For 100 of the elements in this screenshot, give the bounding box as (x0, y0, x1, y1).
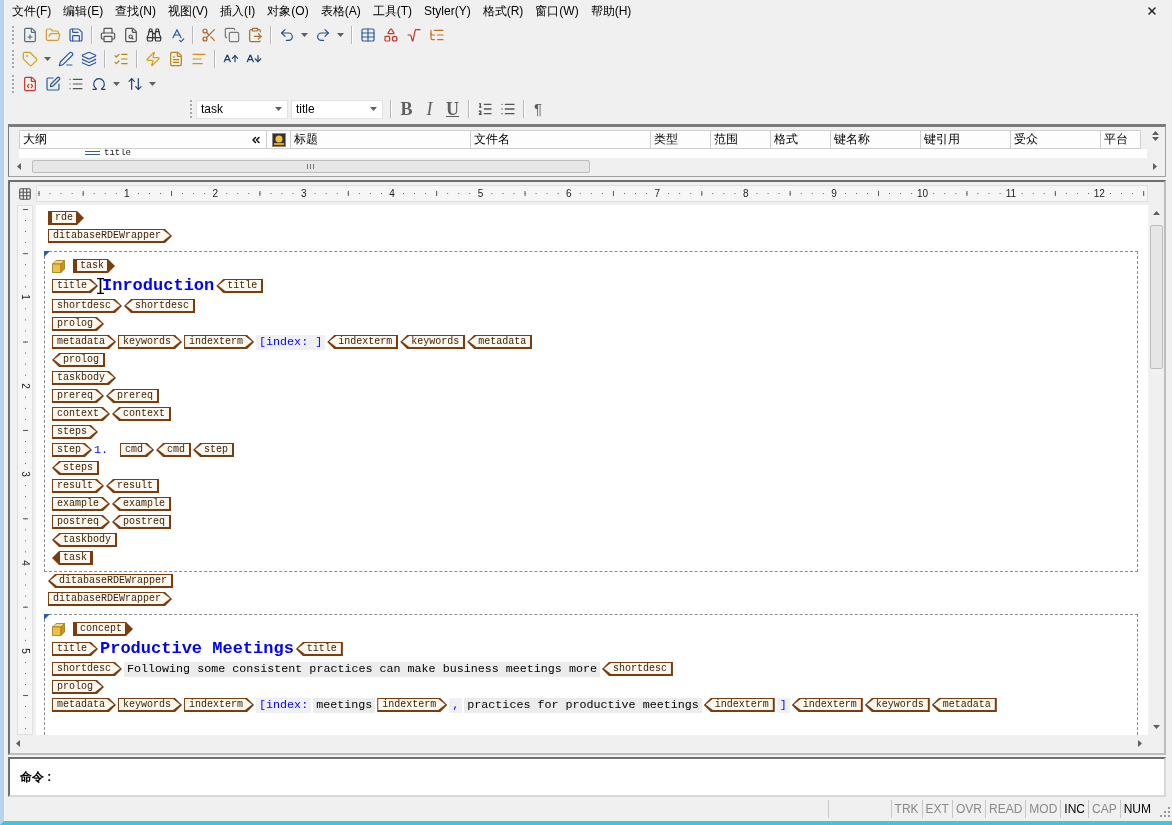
scrollbar-thumb[interactable] (1149, 225, 1163, 369)
start-tag[interactable]: concept (73, 622, 133, 636)
end-tag[interactable]: keywords (400, 335, 466, 349)
ruler-number: 4 (388, 187, 396, 200)
menu-item[interactable]: 编辑(E) (57, 2, 110, 20)
column-header[interactable]: 大纲 (19, 130, 267, 149)
end-tag[interactable]: title (216, 279, 264, 293)
end-tag[interactable]: task (52, 551, 93, 565)
start-tag[interactable]: metadata (52, 698, 116, 712)
end-tag[interactable]: taskbody (52, 533, 117, 547)
end-tag[interactable]: shortdesc (124, 299, 196, 313)
caret-icon (337, 32, 344, 37)
end-tag[interactable]: example (112, 497, 172, 511)
dropdown-select[interactable]: title (291, 99, 383, 119)
end-tag[interactable]: context (112, 407, 172, 421)
menu-item[interactable]: Styler(Y) (418, 2, 477, 20)
end-tag[interactable]: prereq (106, 389, 160, 403)
start-tag[interactable]: context (52, 407, 110, 421)
end-tag[interactable]: prolog (52, 353, 105, 367)
start-tag[interactable]: task (73, 259, 115, 273)
lightning-icon (144, 51, 161, 67)
start-tag[interactable]: prolog (52, 317, 104, 331)
menu-item[interactable]: 插入(I) (214, 2, 262, 20)
start-tag[interactable]: result (52, 479, 104, 493)
end-tag[interactable]: keywords (864, 698, 930, 712)
start-tag[interactable]: ditabaseRDEWrapper (48, 592, 173, 606)
title-text: Inroduction (102, 276, 215, 296)
column-header[interactable]: 范围 (711, 130, 771, 149)
column-header[interactable]: 平台 (1101, 130, 1141, 149)
end-tag[interactable]: result (106, 479, 160, 493)
menu-item[interactable]: 工具(T) (366, 2, 418, 20)
end-tag[interactable]: cmd (156, 443, 192, 457)
format-button[interactable]: I (418, 98, 441, 120)
start-tag[interactable]: shortdesc (52, 662, 122, 676)
menu-item[interactable]: 对象(O) (261, 2, 315, 20)
caret-icon (44, 57, 51, 61)
end-tag[interactable]: steps (52, 461, 99, 475)
menu-item[interactable]: 表格(A) (314, 2, 367, 20)
start-tag[interactable]: keywords (118, 698, 183, 712)
scrollbar-thumb[interactable] (32, 159, 590, 173)
format-button[interactable]: U (441, 98, 464, 120)
index-text: , (449, 697, 463, 713)
scroll-right-icon (1138, 739, 1142, 747)
ruler-number: 11 (1004, 187, 1018, 200)
save-icon (67, 26, 84, 43)
show-formatting-button[interactable]: ¶ (528, 98, 548, 120)
start-tag[interactable]: step (52, 443, 92, 457)
start-tag[interactable]: title (52, 642, 98, 656)
menu-item[interactable]: 格式(R) (476, 2, 530, 20)
column-header[interactable]: 文件名 (471, 130, 651, 149)
menu-item[interactable]: 文件(F) (6, 2, 58, 20)
end-tag[interactable]: metadata (467, 335, 533, 349)
menu-item[interactable]: 窗口(W) (529, 2, 585, 20)
menu-item[interactable]: 帮助(H) (584, 2, 638, 20)
end-tag[interactable]: indexterm (327, 335, 399, 349)
text-cursor-icon (97, 278, 104, 294)
start-tag[interactable]: postreq (52, 515, 110, 529)
start-tag[interactable]: shortdesc (52, 299, 122, 313)
close-icon (1146, 5, 1158, 17)
end-tag[interactable]: metadata (931, 698, 997, 712)
start-tag[interactable]: taskbody (52, 371, 116, 385)
ruler-number: 10 (915, 187, 930, 200)
caret-icon (113, 81, 120, 86)
dropdown-select[interactable]: task (196, 99, 288, 119)
start-tag[interactable]: rde (48, 211, 84, 225)
start-tag[interactable]: ditabaseRDEWrapper (48, 229, 173, 243)
numbered-list-icon (476, 101, 493, 117)
menu-item[interactable]: 视图(V) (162, 2, 214, 20)
corner-marker-icon (44, 614, 50, 620)
start-tag[interactable]: prereq (52, 389, 104, 403)
end-tag[interactable]: step (193, 443, 235, 457)
start-tag[interactable]: keywords (118, 335, 183, 349)
column-header[interactable]: 标题 (291, 130, 471, 149)
end-tag[interactable]: shortdesc (601, 662, 673, 676)
end-tag[interactable]: postreq (112, 515, 172, 529)
column-header[interactable]: 受众 (1011, 130, 1101, 149)
column-header[interactable]: 类型 (651, 130, 711, 149)
command-field[interactable]: 命令 : (8, 757, 1166, 797)
start-tag[interactable]: cmd (120, 443, 155, 457)
menu-item[interactable]: 查找(N) (109, 2, 162, 20)
start-tag[interactable]: indexterm (377, 698, 448, 712)
end-tag[interactable]: title (295, 642, 343, 656)
start-tag[interactable]: steps (52, 425, 98, 439)
end-tag[interactable]: indexterm (703, 698, 775, 712)
start-tag[interactable]: example (52, 497, 110, 511)
column-header[interactable]: 键名称 (831, 130, 921, 149)
column-header[interactable]: 格式 (771, 130, 831, 149)
end-tag[interactable]: ditabaseRDEWrapper (48, 574, 174, 588)
code-file-icon (21, 75, 38, 92)
start-tag[interactable]: indexterm (184, 698, 255, 712)
grid-icon[interactable] (18, 186, 32, 201)
outline-item[interactable]: title (104, 149, 131, 158)
start-tag[interactable]: title (52, 279, 98, 293)
start-tag[interactable]: indexterm (184, 335, 255, 349)
format-button[interactable]: B (395, 98, 418, 120)
status-indicator: OVR (951, 800, 985, 818)
start-tag[interactable]: prolog (52, 680, 104, 694)
end-tag[interactable]: indexterm (791, 698, 863, 712)
column-header[interactable]: 键引用 (921, 130, 1011, 149)
start-tag[interactable]: metadata (52, 335, 116, 349)
